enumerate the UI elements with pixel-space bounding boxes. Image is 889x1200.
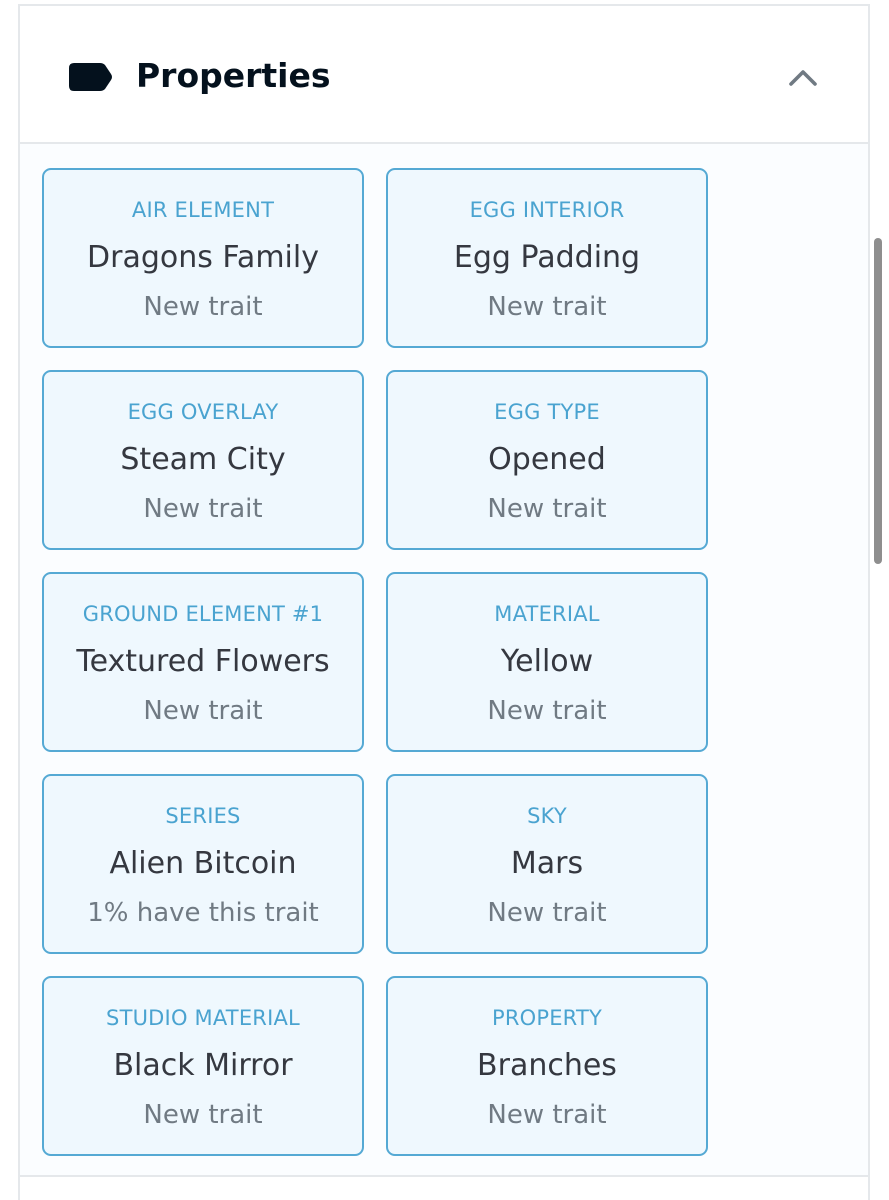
property-card[interactable]: PROPERTY Branches New trait <box>386 976 708 1156</box>
trait-value: Branches <box>477 1048 617 1083</box>
property-card[interactable]: AIR ELEMENT Dragons Family New trait <box>42 168 364 348</box>
tag-icon <box>69 63 112 91</box>
trait-rarity: New trait <box>143 1100 263 1130</box>
trait-value: Opened <box>488 442 606 477</box>
trait-type: EGG INTERIOR <box>469 198 625 222</box>
property-card[interactable]: SKY Mars New trait <box>386 774 708 954</box>
trait-value: Textured Flowers <box>76 644 330 679</box>
trait-type: EGG OVERLAY <box>127 400 279 424</box>
trait-rarity: New trait <box>143 292 263 322</box>
trait-value: Mars <box>510 846 584 881</box>
section-title: Properties <box>136 56 331 95</box>
trait-rarity: New trait <box>487 1100 607 1130</box>
trait-type: PROPERTY <box>491 1006 603 1030</box>
trait-rarity: New trait <box>143 696 263 726</box>
properties-body: AIR ELEMENT Dragons Family New trait EGG… <box>20 144 868 1178</box>
chevron-up-icon[interactable] <box>786 64 820 90</box>
trait-type: STUDIO MATERIAL <box>106 1006 300 1030</box>
properties-header[interactable]: Properties <box>20 6 868 144</box>
trait-rarity: New trait <box>487 494 607 524</box>
trait-rarity: New trait <box>487 898 607 928</box>
properties-view: Properties AIR ELEMENT Dragons Family Ne… <box>0 0 889 1200</box>
property-card[interactable]: EGG TYPE Opened New trait <box>386 370 708 550</box>
trait-type: SERIES <box>165 804 241 828</box>
trait-value: Steam City <box>120 442 286 477</box>
trait-type: SKY <box>527 804 567 828</box>
property-card[interactable]: SERIES Alien Bitcoin 1% have this trait <box>42 774 364 954</box>
trait-value: Alien Bitcoin <box>109 846 297 881</box>
trait-type: MATERIAL <box>494 602 600 626</box>
trait-rarity: New trait <box>487 696 607 726</box>
trait-rarity: New trait <box>143 494 263 524</box>
properties-panel: Properties AIR ELEMENT Dragons Family Ne… <box>18 4 870 1178</box>
trait-rarity: New trait <box>487 292 607 322</box>
property-card[interactable]: EGG OVERLAY Steam City New trait <box>42 370 364 550</box>
property-card[interactable]: GROUND ELEMENT #1 Textured Flowers New t… <box>42 572 364 752</box>
trait-type: GROUND ELEMENT #1 <box>82 602 324 626</box>
property-card[interactable]: MATERIAL Yellow New trait <box>386 572 708 752</box>
trait-value: Dragons Family <box>87 240 319 275</box>
trait-value: Egg Padding <box>453 240 641 275</box>
trait-value: Yellow <box>500 644 594 679</box>
trait-rarity: 1% have this trait <box>87 898 319 928</box>
next-section-panel <box>18 1177 870 1200</box>
property-card[interactable]: EGG INTERIOR Egg Padding New trait <box>386 168 708 348</box>
trait-type: AIR ELEMENT <box>131 198 275 222</box>
scrollbar-thumb[interactable] <box>874 238 882 564</box>
property-card[interactable]: STUDIO MATERIAL Black Mirror New trait <box>42 976 364 1156</box>
trait-type: EGG TYPE <box>494 400 600 424</box>
trait-value: Black Mirror <box>113 1048 293 1083</box>
